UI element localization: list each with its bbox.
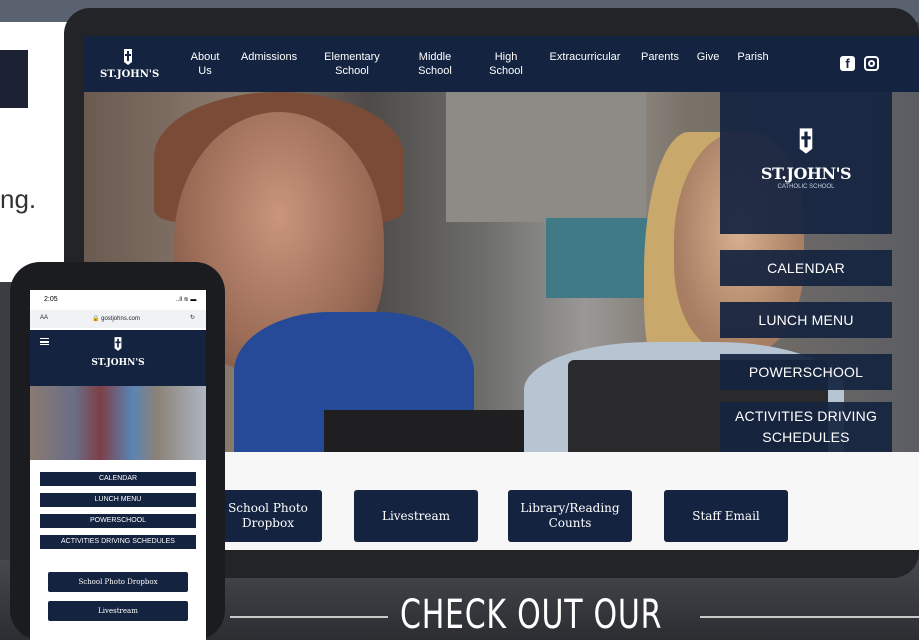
phone-school-photo-dropbox-button[interactable]: School Photo Dropbox (48, 572, 188, 592)
instagram-icon[interactable] (864, 56, 879, 71)
nav-parish[interactable]: Parish (732, 50, 774, 64)
nav-extracurricular[interactable]: Extracurricular (542, 50, 628, 64)
tagline-heading: CHECK OUT OUR (400, 592, 663, 638)
tagline-rule-left (230, 616, 388, 618)
phone-activities-button[interactable]: ACTIVITIES DRIVING SCHEDULES (40, 535, 196, 549)
crest-cross-icon (124, 49, 132, 65)
calendar-button[interactable]: CALENDAR (720, 250, 892, 286)
nav-middle-school[interactable]: Middle School (412, 50, 458, 78)
phone-status-bar: 2:05 ..ll ≋ ▬ (30, 290, 206, 308)
nav-give[interactable]: Give (690, 50, 726, 64)
school-logo-wordmark: ST.JOHN'S (100, 69, 160, 80)
hero-laptop-left (324, 410, 524, 452)
phone-logo-wordmark: ST.JOHN'S (91, 358, 145, 368)
staff-email-button[interactable]: Staff Email (664, 490, 788, 542)
nav-admissions[interactable]: Admissions (236, 50, 302, 64)
phone-school-logo[interactable]: ST.JOHN'S (30, 336, 206, 368)
powerschool-button[interactable]: POWERSCHOOL (720, 354, 892, 390)
school-logo[interactable]: ST.JOHN'S (100, 48, 160, 80)
phone-lunch-menu-button[interactable]: LUNCH MENU (40, 493, 196, 507)
reload-icon[interactable]: ↻ (190, 314, 195, 321)
phone-site-header: ST.JOHN'S (30, 330, 206, 386)
side-school-logo[interactable]: ST.JOHN'S CATHOLIC SCHOOL (720, 126, 892, 190)
lunch-menu-button[interactable]: LUNCH MENU (720, 302, 892, 338)
background-text-fragment: ng. (0, 184, 37, 214)
side-logo-wordmark: ST.JOHN'S (760, 164, 852, 183)
phone-screen: 2:05 ..ll ≋ ▬ AA 🔒 gostjohns.com ↻ ST.JO… (30, 290, 206, 640)
phone-hero-photo (30, 386, 206, 460)
background-heading-underline (0, 104, 28, 108)
crest-cross-icon (114, 337, 122, 351)
signal-wifi-battery-icon: ..ll ≋ ▬ (176, 297, 197, 303)
nav-parents[interactable]: Parents (638, 50, 682, 64)
nav-elementary-school[interactable]: Elementary School (320, 50, 384, 78)
text-size-button[interactable]: AA (40, 315, 48, 321)
phone-powerschool-button[interactable]: POWERSCHOOL (40, 514, 196, 528)
livestream-button[interactable]: Livestream (354, 490, 478, 542)
facebook-icon[interactable]: f (840, 56, 855, 71)
phone-calendar-button[interactable]: CALENDAR (40, 472, 196, 486)
phone-clock: 2:05 (44, 296, 58, 303)
site-navbar: ST.JOHN'S About Us Admissions Elementary… (84, 36, 919, 92)
school-photo-dropbox-button[interactable]: School Photo Dropbox (214, 490, 322, 542)
activities-driving-schedules-button[interactable]: ACTIVITIES DRIVING SCHEDULES (720, 402, 892, 452)
side-logo-subtext: CATHOLIC SCHOOL (777, 184, 835, 190)
crest-cross-icon (799, 128, 813, 154)
phone-livestream-button[interactable]: Livestream (48, 601, 188, 621)
side-logo-panel: ST.JOHN'S CATHOLIC SCHOOL (720, 92, 892, 234)
hero-bulletin-board (446, 92, 646, 222)
library-reading-counts-button[interactable]: Library/Reading Counts (508, 490, 632, 542)
background-heading-fragment (0, 50, 28, 108)
phone-url-bar[interactable]: AA 🔒 gostjohns.com ↻ (30, 310, 206, 328)
url-host: 🔒 gostjohns.com (92, 316, 140, 322)
tagline-rule-right (700, 616, 919, 618)
nav-about-us[interactable]: About Us (188, 50, 222, 78)
nav-high-school[interactable]: High School (484, 50, 528, 78)
